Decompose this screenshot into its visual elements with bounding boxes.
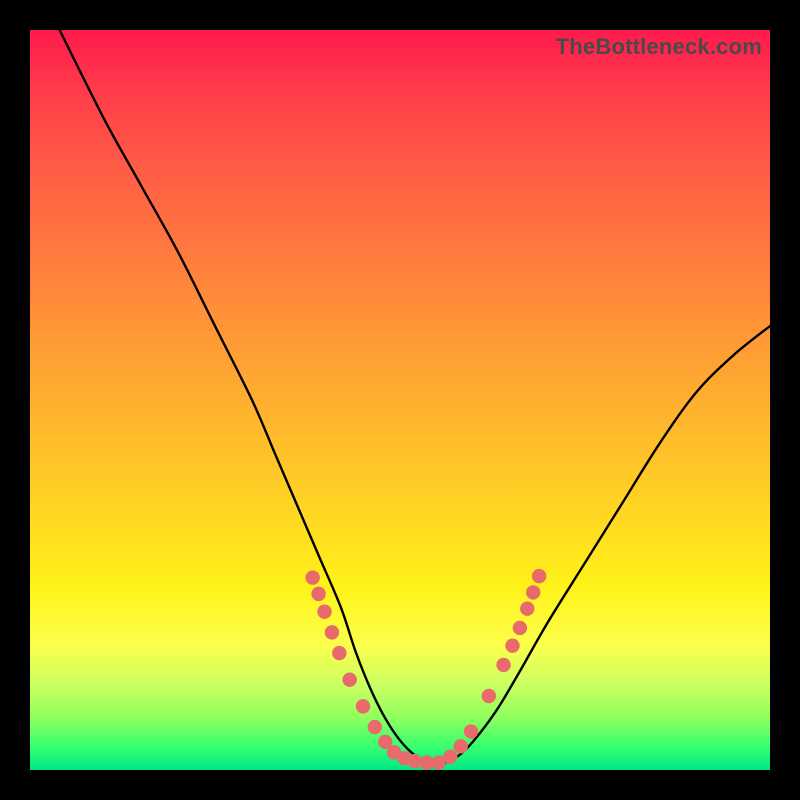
curve-dot	[408, 754, 422, 768]
chart-svg	[30, 30, 770, 770]
curve-dot	[520, 601, 534, 615]
curve-dot	[419, 755, 433, 769]
curve-dot	[368, 720, 382, 734]
curve-dot	[342, 673, 356, 687]
curve-dot	[526, 585, 540, 599]
curve-dot	[464, 724, 478, 738]
curve-dot	[378, 735, 392, 749]
curve-dot	[387, 745, 401, 759]
curve-dot	[332, 646, 346, 660]
curve-dot	[505, 638, 519, 652]
curve-dot	[431, 755, 445, 769]
curve-dot	[356, 699, 370, 713]
watermark-text: TheBottleneck.com	[556, 34, 762, 60]
chart-plot-area: TheBottleneck.com	[30, 30, 770, 770]
curve-dot	[496, 658, 510, 672]
curve-dot	[397, 751, 411, 765]
curve-dot	[317, 604, 331, 618]
bottleneck-curve	[60, 30, 770, 764]
curve-dot	[453, 739, 467, 753]
curve-dot	[513, 621, 527, 635]
curve-dot	[482, 689, 496, 703]
curve-dot	[311, 587, 325, 601]
curve-dot	[325, 625, 339, 639]
highlight-dots	[305, 569, 546, 770]
curve-dot	[443, 749, 457, 763]
curve-dot	[532, 569, 546, 583]
curve-dot	[305, 570, 319, 584]
